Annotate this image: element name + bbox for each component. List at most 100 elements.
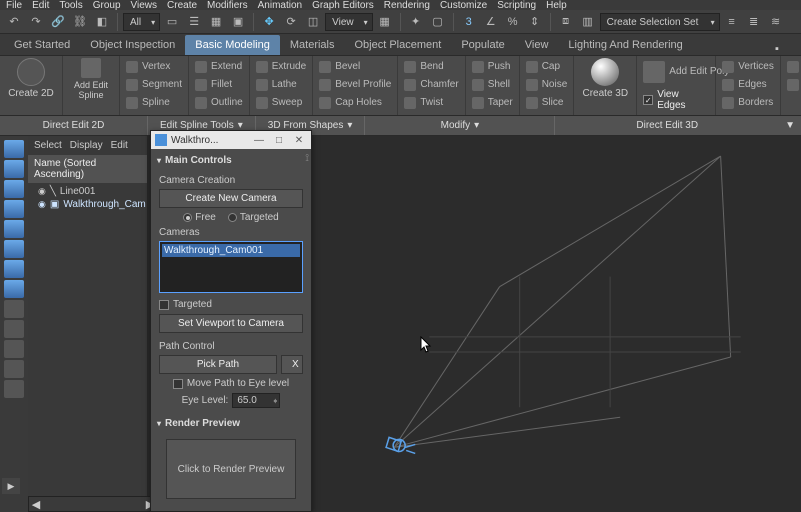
play-button[interactable]: ▶ [2,478,20,494]
ribbon-slice[interactable]: Slice [526,94,568,111]
sub-direct-edit-3d[interactable]: Direct Edit 3D [555,116,779,135]
scene-menu-edit[interactable]: Edit [111,140,128,151]
bind-icon[interactable]: ◧ [92,12,112,32]
menu-scripting[interactable]: Scripting [497,0,536,10]
eye-level-spinner[interactable]: 65.0 [232,393,280,408]
ribbon-borders[interactable]: Borders [722,94,774,111]
tool-icon-11[interactable] [4,340,24,358]
ribbon-vertex[interactable]: Vertex [126,58,182,75]
tool-icon-9[interactable] [4,300,24,318]
create-3d-button[interactable]: Create 3D [580,58,630,99]
ribbon-shell[interactable]: Shell [472,76,513,93]
tool-icon-13[interactable] [4,380,24,398]
tool-icon-12[interactable] [4,360,24,378]
visibility-icon[interactable]: ◉ [38,186,46,197]
ribbon-twist[interactable]: Twist [404,94,458,111]
scroll-left-icon[interactable]: ◀ [29,498,43,511]
tool-icon-3[interactable] [4,180,24,198]
align-icon[interactable]: ≡ [722,12,742,32]
visibility-icon[interactable]: ◉ [38,199,46,210]
menu-group[interactable]: Group [93,0,121,10]
scene-menu-select[interactable]: Select [34,140,62,151]
horizontal-scrollbar[interactable]: ◀ ▶ [28,496,158,512]
link-icon[interactable]: 🔗 [48,12,68,32]
tool-icon-6[interactable] [4,240,24,258]
tab-populate[interactable]: Populate [451,35,514,55]
mirror-icon[interactable]: ▥ [578,12,598,32]
menu-edit[interactable]: Edit [32,0,49,10]
ribbon-noise[interactable]: Noise [526,76,568,93]
scene-item-camera[interactable]: ◉ ▣ Walkthrough_Cam [32,198,143,211]
render-preview-box[interactable]: Click to Render Preview [166,439,296,499]
snap-icon[interactable]: 3 [459,12,479,32]
move-icon[interactable]: ✥ [259,12,279,32]
ribbon-extrude[interactable]: Extrude [256,58,306,75]
manip-icon[interactable]: ✦ [406,12,426,32]
menu-graph[interactable]: Graph Editors [312,0,374,10]
select-icon[interactable]: ▭ [162,12,182,32]
tab-view[interactable]: View [515,35,559,55]
targeted-checkbox[interactable]: Targeted [159,299,303,310]
view-edges-checkbox[interactable]: ✓ View Edges [643,89,709,111]
tool-icon-10[interactable] [4,320,24,338]
ribbon-vertices[interactable]: Vertices [722,58,774,75]
ribbon-capholes[interactable]: Cap Holes [319,94,391,111]
select-rect-icon[interactable]: ▦ [206,12,226,32]
pin-icon[interactable]: ⟟ [305,153,309,164]
create-2d-button[interactable]: Create 2D [6,58,56,99]
ribbon-push[interactable]: Push [472,58,513,75]
scene-item-line[interactable]: ◉ ╲ Line001 [32,185,143,198]
tool-icon-8[interactable] [4,280,24,298]
panel-titlebar[interactable]: Walkthro... — □ ✕ [151,131,311,149]
ref-coord-dropdown[interactable]: View [325,13,373,31]
ribbon-minimize-icon[interactable]: ▪ [775,43,797,55]
tool-icon-7[interactable] [4,260,24,278]
ribbon-extend[interactable]: Extend [195,58,243,75]
ribbon-elements[interactable]: Elements [787,76,801,93]
spinner-snap-icon[interactable]: ⇕ [525,12,545,32]
tab-lighting[interactable]: Lighting And Rendering [558,35,692,55]
ribbon-polygons[interactable]: Polygons [787,58,801,75]
ribbon-fillet[interactable]: Fillet [195,76,243,93]
close-button[interactable]: ✕ [291,135,307,146]
rollout-main-controls[interactable]: Main Controls [155,151,307,170]
unlink-icon[interactable]: ⛓ [70,12,90,32]
ribbon-sweep[interactable]: Sweep [256,94,306,111]
menu-modifiers[interactable]: Modifiers [207,0,248,10]
angle-snap-icon[interactable]: ∠ [481,12,501,32]
scale-icon[interactable]: ◫ [303,12,323,32]
menu-animation[interactable]: Animation [258,0,302,10]
add-edit-poly-button[interactable]: Add Edit Poly [643,58,709,86]
menu-customize[interactable]: Customize [440,0,487,10]
select-window-icon[interactable]: ▣ [228,12,248,32]
tool-icon-2[interactable] [4,160,24,178]
menu-help[interactable]: Help [546,0,567,10]
layers-icon[interactable]: ≣ [744,12,764,32]
scene-menu-display[interactable]: Display [70,140,103,151]
menubar[interactable]: File Edit Tools Group Views Create Modif… [0,0,801,10]
curve-editor-icon[interactable]: ≋ [766,12,786,32]
sub-modify[interactable]: Modify▾ [365,116,555,135]
percent-snap-icon[interactable]: % [503,12,523,32]
rollout-render-preview[interactable]: Render Preview [155,414,307,433]
camera-list-item[interactable]: Walkthrough_Cam001 [162,244,300,257]
ribbon-lathe[interactable]: Lathe [256,76,306,93]
move-path-checkbox[interactable]: Move Path to Eye level [159,378,303,389]
ribbon-spline[interactable]: Spline [126,94,182,111]
targeted-radio[interactable]: Targeted [228,212,279,223]
tab-basic-modeling[interactable]: Basic Modeling [185,35,280,55]
tool-icon-4[interactable] [4,200,24,218]
menu-tools[interactable]: Tools [59,0,82,10]
tool-icon-5[interactable] [4,220,24,238]
free-radio[interactable]: Free [183,212,216,223]
set-viewport-button[interactable]: Set Viewport to Camera [159,314,303,333]
tool-icon-1[interactable] [4,140,24,158]
cameras-listbox[interactable]: Walkthrough_Cam001 [159,241,303,293]
rotate-icon[interactable]: ⟳ [281,12,301,32]
add-edit-spline-button[interactable]: Add Edit Spline [69,58,113,100]
ribbon-outline[interactable]: Outline [195,94,243,111]
ribbon-edges[interactable]: Edges [722,76,774,93]
ribbon-bend[interactable]: Bend [404,58,458,75]
sub-filter-icon[interactable]: ▼ [779,116,801,135]
undo-icon[interactable]: ↶ [4,12,24,32]
